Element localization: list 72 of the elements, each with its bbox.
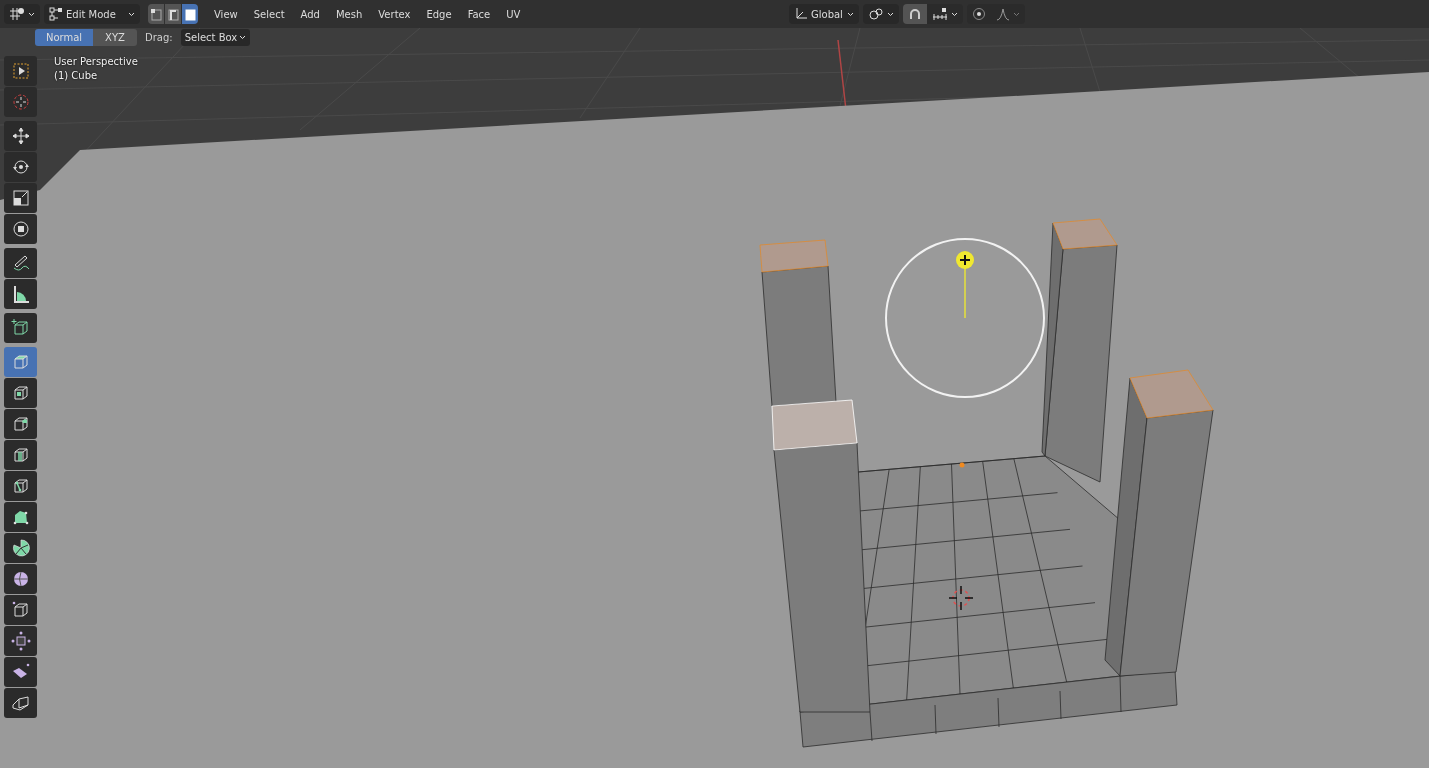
editor-type-button[interactable] [4, 4, 40, 24]
tool-button[interactable] [4, 378, 37, 408]
snap-target-icon [932, 7, 948, 21]
viewport-info-text: User Perspective [54, 56, 138, 67]
falloff-button[interactable] [991, 4, 1025, 24]
tool-button[interactable] [4, 279, 37, 309]
tool-button[interactable] [4, 564, 37, 594]
caret-icon [28, 11, 35, 17]
tool-button[interactable] [4, 533, 37, 563]
transform-icon [10, 219, 31, 239]
tool-button[interactable] [4, 248, 37, 278]
tool-button[interactable] [4, 595, 37, 625]
menu-item[interactable]: View [208, 4, 244, 24]
menu-item[interactable]: Edge [420, 4, 458, 24]
tool-button[interactable] [4, 657, 37, 687]
caret-icon [887, 11, 894, 17]
scale-icon [10, 188, 31, 208]
tool-button[interactable] [4, 626, 37, 656]
mode-dropdown[interactable]: Edit Mode [44, 4, 140, 24]
menu-item[interactable]: UV [500, 4, 527, 24]
edge-select-icon [166, 6, 180, 22]
tool-button[interactable] [4, 56, 37, 86]
orientation-toggle[interactable]: Normal [35, 29, 93, 46]
cursor-icon [10, 92, 31, 112]
pie-icon [10, 538, 31, 558]
menu-item[interactable]: Mesh [329, 4, 369, 24]
link-icon [868, 7, 884, 21]
tool-button[interactable] [4, 121, 37, 151]
orientation-toggle[interactable]: XYZ [93, 29, 137, 46]
pivot-button[interactable] [863, 4, 899, 24]
cube-open-icon [10, 693, 31, 713]
menu-item[interactable]: Select [247, 4, 291, 24]
snap-button[interactable] [903, 4, 927, 24]
menu-item[interactable]: Vertex [372, 4, 417, 24]
caret-icon [239, 35, 247, 40]
proportional-edit-button[interactable] [967, 4, 991, 24]
tool-button[interactable] [4, 152, 37, 182]
tool-button[interactable] [4, 440, 37, 470]
mode-icon [49, 7, 63, 21]
cube-dot-icon [10, 600, 31, 620]
move-icon [10, 126, 31, 146]
tool-button[interactable] [4, 214, 37, 244]
magnet-icon [908, 7, 922, 21]
select-mode-button[interactable] [165, 4, 181, 24]
tool-button[interactable] [4, 313, 37, 343]
axes-icon [794, 7, 808, 21]
menu-item[interactable]: Face [461, 4, 497, 24]
face-select-icon [183, 6, 197, 22]
caret-icon [951, 11, 958, 17]
orientation-dropdown[interactable]: Global [789, 4, 859, 24]
menu-item[interactable]: Add [294, 4, 326, 24]
rotate-icon [10, 157, 31, 177]
caret-icon [1013, 11, 1020, 17]
dot-circle-icon [972, 7, 986, 21]
snap-target-button[interactable] [927, 4, 963, 24]
cube-plus-icon [10, 318, 31, 338]
dots-box-icon [10, 631, 31, 651]
select-mode-button[interactable] [148, 4, 164, 24]
vertex-select-icon [149, 6, 163, 22]
viewport-info-text: (1) Cube [54, 70, 99, 81]
drag-label: Drag: [145, 32, 173, 43]
tool-button[interactable] [4, 183, 37, 213]
tool-button[interactable] [4, 688, 37, 718]
tool-button[interactable] [4, 409, 37, 439]
drag-dropdown[interactable]: Select Box [180, 29, 251, 46]
editor-type-icon [9, 7, 25, 21]
caret-icon [128, 11, 135, 17]
caret-icon [847, 11, 854, 17]
curve-icon [996, 7, 1010, 21]
select-mode-button[interactable] [182, 4, 198, 24]
tool-button[interactable] [4, 471, 37, 501]
tool-button[interactable] [4, 502, 37, 532]
